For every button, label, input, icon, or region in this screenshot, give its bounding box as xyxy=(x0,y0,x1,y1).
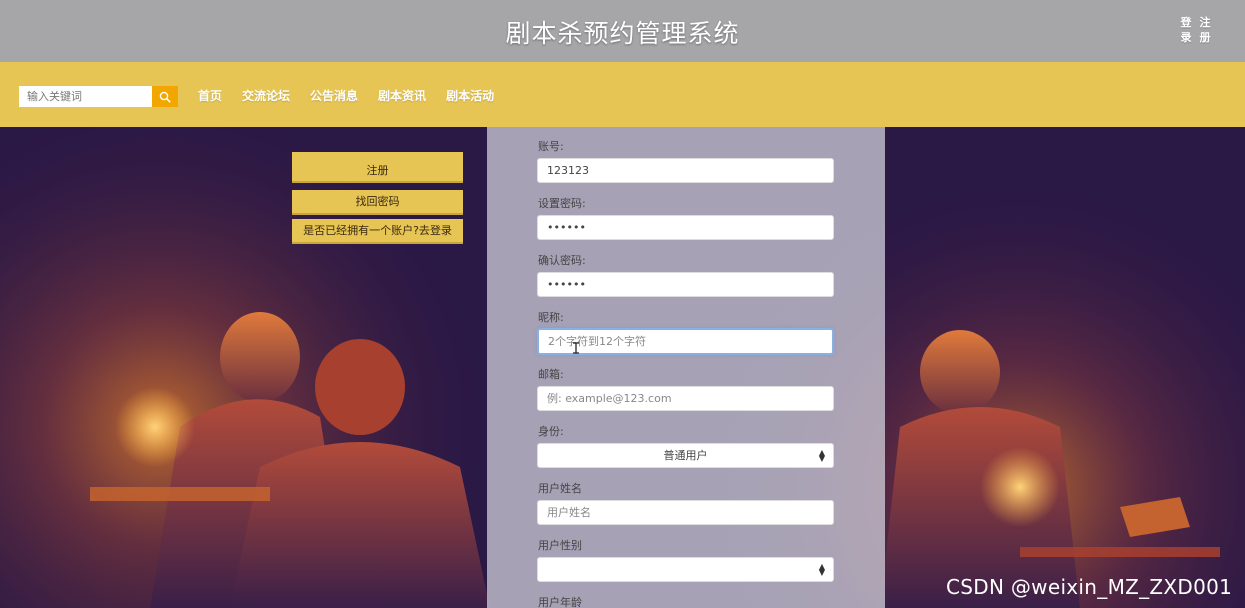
forgot-password-button[interactable]: 找回密码 xyxy=(292,190,463,215)
go-login-button[interactable]: 是否已经拥有一个账户?去登录 xyxy=(292,219,463,244)
identity-selected-value: 普通用户 xyxy=(663,449,708,462)
login-link[interactable]: 登录 xyxy=(1179,15,1193,45)
top-header: 剧本杀预约管理系统 登录 注册 xyxy=(0,0,1245,62)
gender-label: 用户性别 xyxy=(538,539,582,552)
email-label: 邮箱: xyxy=(538,368,564,381)
identity-label: 身份: xyxy=(538,425,564,438)
nav-home[interactable]: 首页 xyxy=(198,87,222,104)
nav-links: 首页 交流论坛 公告消息 剧本资讯 剧本活动 xyxy=(198,87,514,104)
nickname-label: 昵称: xyxy=(538,311,564,324)
nav-announcements[interactable]: 公告消息 xyxy=(310,87,358,104)
register-button[interactable]: 注册 xyxy=(292,152,463,183)
nav-script-events[interactable]: 剧本活动 xyxy=(446,87,494,104)
text-cursor-icon xyxy=(573,342,579,354)
search-input[interactable] xyxy=(19,86,152,107)
watermark: CSDN @weixin_MZ_ZXD001 xyxy=(946,575,1233,599)
select-arrows-icon: ▲ ▼ xyxy=(818,562,825,577)
select-arrows-icon: ▲ ▼ xyxy=(818,448,825,463)
nav-bar: 首页 交流论坛 公告消息 剧本资讯 剧本活动 xyxy=(0,62,1245,127)
nickname-input[interactable] xyxy=(537,328,834,355)
account-label: 账号: xyxy=(538,140,564,153)
nav-forum[interactable]: 交流论坛 xyxy=(242,87,290,104)
gender-select[interactable]: ▲ ▼ xyxy=(537,557,834,582)
search-button[interactable] xyxy=(152,86,178,107)
identity-select[interactable]: 普通用户 ▲ ▼ xyxy=(537,443,834,468)
password-input[interactable]: •••••• xyxy=(537,215,834,240)
nav-script-news[interactable]: 剧本资讯 xyxy=(378,87,426,104)
real-name-label: 用户姓名 xyxy=(538,482,582,495)
real-name-input[interactable] xyxy=(537,500,834,525)
age-label: 用户年龄 xyxy=(538,596,582,608)
search-icon xyxy=(159,91,171,103)
confirm-password-input[interactable]: •••••• xyxy=(537,272,834,297)
password-label: 设置密码: xyxy=(538,197,586,210)
account-input[interactable]: 123123 xyxy=(537,158,834,183)
site-title: 剧本杀预约管理系统 xyxy=(505,19,740,48)
email-input[interactable] xyxy=(537,386,834,411)
register-link[interactable]: 注册 xyxy=(1198,15,1212,45)
confirm-password-label: 确认密码: xyxy=(538,254,586,267)
